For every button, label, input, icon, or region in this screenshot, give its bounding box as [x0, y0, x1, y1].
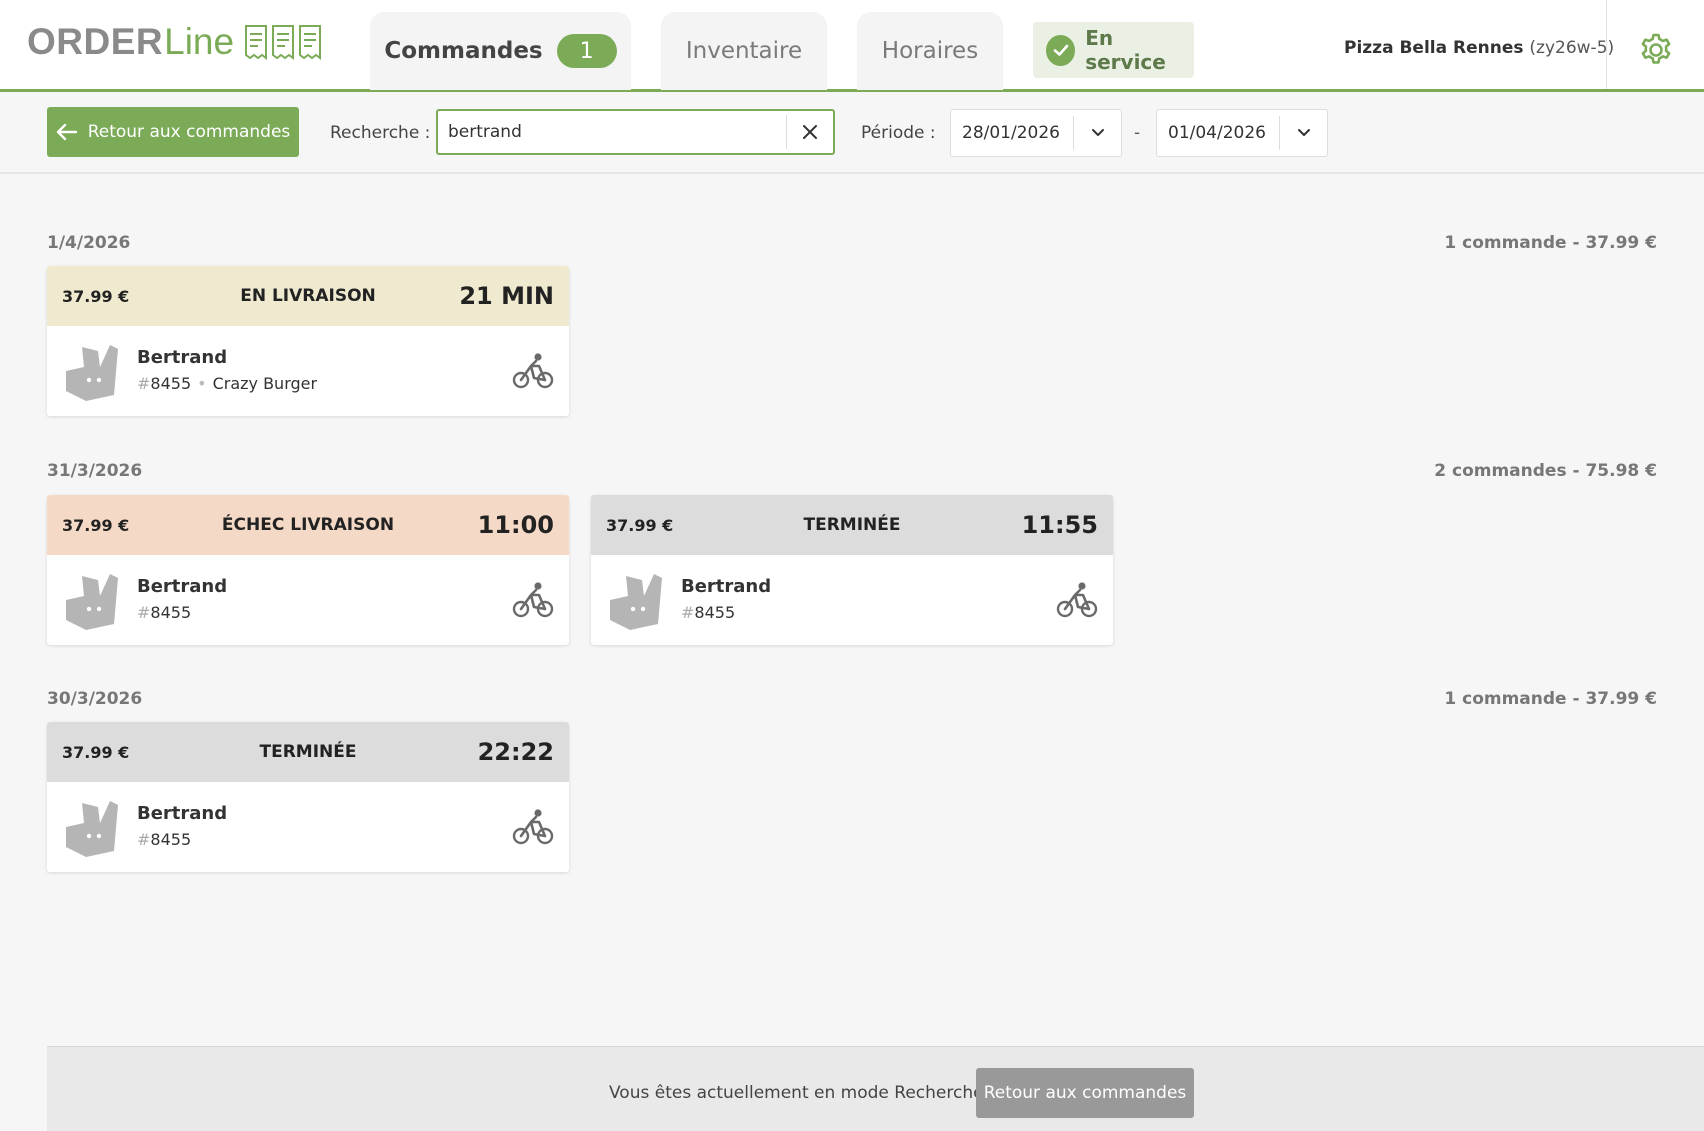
delivery-platform-logo-icon	[66, 345, 118, 401]
order-meta: #8455	[681, 603, 735, 622]
search-input[interactable]	[438, 111, 788, 153]
order-hash: #	[681, 603, 695, 622]
close-icon	[803, 125, 817, 139]
order-meta: #8455	[137, 603, 191, 622]
orderline-logo: ORDER Line	[27, 21, 322, 62]
back-to-orders-label: Retour aux commandes	[87, 122, 291, 142]
order-time: 22:22	[477, 738, 554, 766]
order-meta: #8455 • Crazy Burger	[137, 374, 317, 393]
search-toolbar: Retour aux commandes Recherche : Période…	[0, 92, 1704, 174]
period-label: Période :	[861, 123, 936, 143]
customer-name: Bertrand	[137, 576, 228, 597]
date-from-input[interactable]	[951, 110, 1074, 156]
search-field	[436, 109, 835, 155]
app-header: ORDER Line Commandes 1 Inventaire Horair…	[0, 0, 1704, 92]
gear-icon[interactable]	[1638, 32, 1674, 68]
logo-line-text: Line	[164, 21, 235, 62]
date-from-field	[950, 109, 1122, 157]
shop-identity: Pizza Bella Rennes (zy26w-5)	[1344, 38, 1614, 58]
receipt-icon	[244, 24, 322, 60]
order-hash: #	[137, 374, 151, 393]
orders-count-badge: 1	[556, 34, 617, 68]
day-summary: 1 commande - 37.99 €	[1444, 233, 1657, 253]
order-card[interactable]: 37.99 € TERMINÉE 22:22 Bertrand #8455	[47, 722, 569, 872]
order-time: 11:00	[477, 511, 554, 539]
day-date: 1/4/2026	[47, 233, 131, 253]
order-hash: #	[137, 830, 151, 849]
header-divider	[1606, 0, 1607, 89]
arrow-left-icon	[56, 123, 77, 141]
bicycle-courier-icon	[1056, 582, 1098, 618]
date-to-dropdown-button[interactable]	[1279, 116, 1327, 150]
separator-dot: •	[197, 374, 207, 393]
customer-name: Bertrand	[137, 803, 228, 824]
order-card-header: 37.99 € EN LIVRAISON 21 MIN	[47, 266, 569, 326]
tab-inventaire-label: Inventaire	[685, 38, 803, 64]
order-number: 8455	[694, 603, 736, 622]
date-to-field	[1156, 109, 1328, 157]
order-card-body: Bertrand #8455	[47, 555, 569, 645]
customer-name: Bertrand	[137, 347, 228, 368]
bicycle-courier-icon	[512, 809, 554, 845]
bicycle-courier-icon	[512, 353, 554, 389]
order-meta: #8455	[137, 830, 191, 849]
logo-order-text: ORDER	[27, 21, 164, 62]
order-hash: #	[137, 603, 151, 622]
tab-horaires-label: Horaires	[881, 38, 979, 64]
order-number: 8455	[150, 374, 192, 393]
order-number: 8455	[150, 830, 192, 849]
footer-back-to-orders-label: Retour aux commandes	[983, 1083, 1187, 1103]
check-circle-icon	[1046, 34, 1076, 66]
service-status-toggle[interactable]: En service	[1033, 22, 1194, 78]
order-number: 8455	[150, 603, 192, 622]
day-summary: 1 commande - 37.99 €	[1444, 689, 1657, 709]
date-from-dropdown-button[interactable]	[1073, 116, 1121, 150]
order-card-header: 37.99 € TERMINÉE 22:22	[47, 722, 569, 782]
tab-commandes[interactable]: Commandes 1	[370, 12, 631, 90]
order-card-body: Bertrand #8455	[47, 782, 569, 872]
delivery-platform-logo-icon	[610, 574, 662, 630]
date-to-input[interactable]	[1157, 110, 1280, 156]
bicycle-courier-icon	[512, 582, 554, 618]
order-card-header: 37.99 € TERMINÉE 11:55	[591, 495, 1113, 555]
tab-inventaire[interactable]: Inventaire	[661, 12, 827, 90]
delivery-platform-logo-icon	[66, 801, 118, 857]
order-restaurant: Crazy Burger	[212, 374, 318, 393]
order-card-header: 37.99 € ÉCHEC LIVRAISON 11:00	[47, 495, 569, 555]
tab-commandes-label: Commandes	[384, 38, 543, 64]
search-mode-footer: Vous êtes actuellement en mode Recherche…	[47, 1046, 1704, 1131]
search-label: Recherche :	[330, 123, 431, 143]
tab-horaires[interactable]: Horaires	[857, 12, 1003, 90]
service-status-label: En service	[1085, 26, 1166, 74]
order-card-body: Bertrand #8455 • Crazy Burger	[47, 326, 569, 416]
search-mode-message: Vous êtes actuellement en mode Recherche…	[609, 1083, 989, 1103]
shop-code: (zy26w-5)	[1529, 38, 1615, 58]
footer-back-to-orders-button[interactable]: Retour aux commandes	[976, 1068, 1194, 1118]
order-card[interactable]: 37.99 € TERMINÉE 11:55 Bertrand #8455	[591, 495, 1113, 645]
shop-name: Pizza Bella Rennes	[1344, 38, 1524, 58]
back-to-orders-button[interactable]: Retour aux commandes	[47, 107, 299, 157]
order-time: 21 MIN	[459, 282, 554, 310]
order-time: 11:55	[1021, 511, 1098, 539]
order-card[interactable]: 37.99 € ÉCHEC LIVRAISON 11:00 Bertrand #…	[47, 495, 569, 645]
chevron-down-icon	[1297, 129, 1310, 136]
delivery-platform-logo-icon	[66, 574, 118, 630]
chevron-down-icon	[1091, 129, 1104, 136]
customer-name: Bertrand	[681, 576, 772, 597]
order-card[interactable]: 37.99 € EN LIVRAISON 21 MIN Bertrand #84…	[47, 266, 569, 416]
day-summary: 2 commandes - 75.98 €	[1434, 461, 1657, 481]
order-card-body: Bertrand #8455	[591, 555, 1113, 645]
clear-search-button[interactable]	[786, 115, 833, 149]
day-date: 31/3/2026	[47, 461, 143, 481]
date-separator: -	[1134, 123, 1141, 143]
day-date: 30/3/2026	[47, 689, 143, 709]
